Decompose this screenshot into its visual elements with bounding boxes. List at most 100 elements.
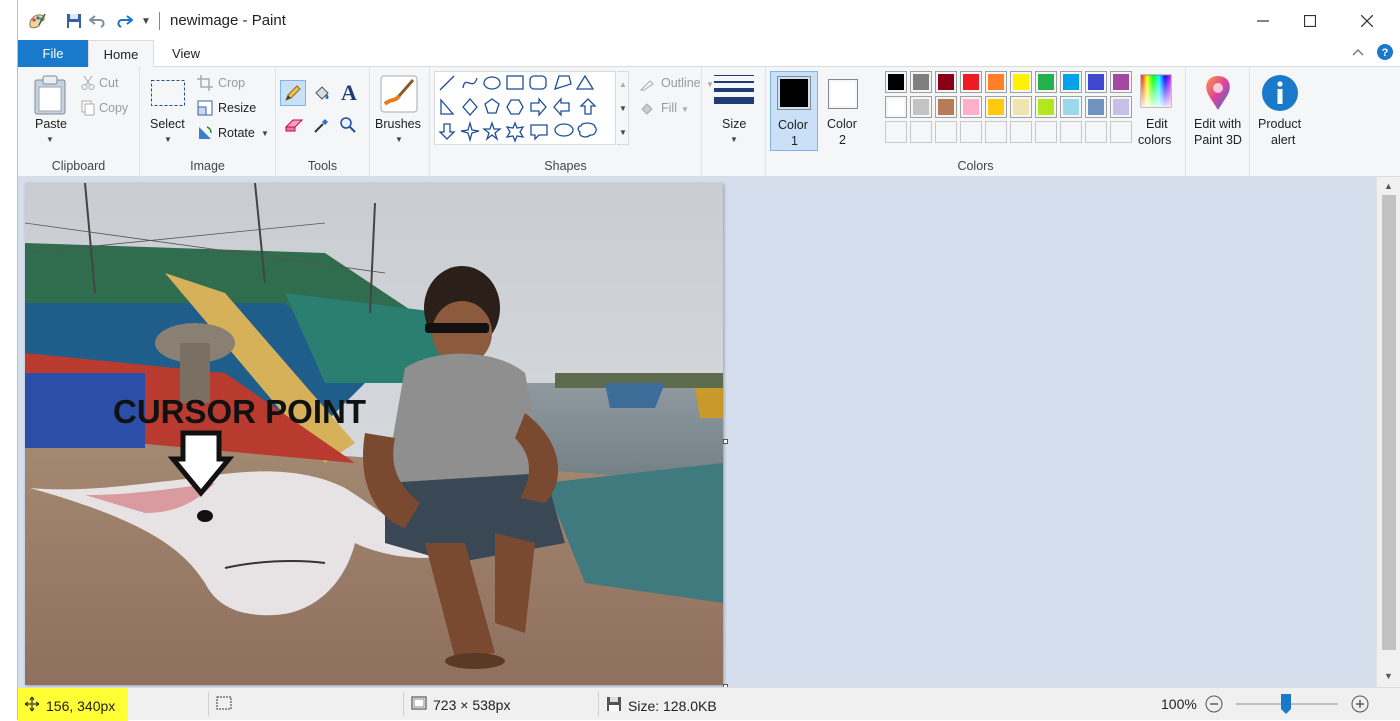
shapes-scroll-up-icon[interactable]: ▲ bbox=[619, 80, 627, 89]
tab-view[interactable]: View bbox=[166, 40, 206, 67]
paste-chevron-icon[interactable]: ▼ bbox=[46, 135, 54, 144]
shapes-gallery-icons[interactable] bbox=[435, 72, 617, 146]
scroll-up-icon[interactable]: ▲ bbox=[1384, 181, 1393, 191]
vertical-scrollbar[interactable]: ▲ ▼ bbox=[1376, 177, 1400, 687]
palette-swatch[interactable] bbox=[1010, 71, 1032, 93]
pencil-icon[interactable] bbox=[280, 80, 306, 106]
color1-button[interactable]: Color 1 bbox=[770, 71, 818, 151]
shapes-scroll-down-icon[interactable]: ▼ bbox=[619, 104, 627, 113]
palette-swatch[interactable] bbox=[1110, 96, 1132, 118]
redo-icon[interactable] bbox=[114, 10, 134, 32]
crop-button[interactable]: Crop bbox=[218, 76, 245, 90]
palette-swatch[interactable] bbox=[1060, 71, 1082, 93]
palette-swatch[interactable] bbox=[1110, 71, 1132, 93]
outline-button[interactable]: Outline bbox=[661, 76, 701, 90]
scroll-down-icon[interactable]: ▼ bbox=[1384, 671, 1393, 681]
minimize-icon[interactable] bbox=[1248, 8, 1278, 34]
cut-button[interactable]: Cut bbox=[99, 76, 118, 90]
close-icon[interactable] bbox=[1352, 8, 1382, 34]
customize-qa-chevron-icon[interactable]: ▼ bbox=[139, 10, 153, 32]
product-alert-label-2[interactable]: alert bbox=[1271, 133, 1295, 147]
brushes-button[interactable]: Brushes bbox=[375, 117, 421, 131]
resize-button[interactable]: Resize bbox=[218, 101, 256, 115]
zoom-out-icon[interactable] bbox=[1204, 694, 1224, 714]
size-button[interactable]: Size bbox=[722, 117, 746, 131]
palette-swatch-empty[interactable] bbox=[1085, 121, 1107, 143]
scroll-thumb[interactable] bbox=[1382, 195, 1396, 650]
size-chevron-icon[interactable]: ▼ bbox=[730, 135, 738, 144]
palette-swatch[interactable] bbox=[885, 96, 907, 118]
line-size-icon[interactable] bbox=[714, 73, 754, 109]
undo-icon[interactable] bbox=[88, 10, 108, 32]
paint3d-label-1[interactable]: Edit with bbox=[1194, 117, 1241, 131]
text-tool-icon[interactable]: A bbox=[338, 80, 360, 105]
maximize-icon[interactable] bbox=[1295, 8, 1325, 34]
palette-swatch[interactable] bbox=[935, 71, 957, 93]
image-dimensions: 723 × 538px bbox=[411, 696, 510, 713]
zoom-slider-thumb[interactable] bbox=[1281, 694, 1291, 714]
canvas-workspace[interactable]: CURSOR POINT bbox=[18, 177, 1376, 689]
paste-button[interactable]: Paste bbox=[35, 117, 67, 131]
shapes-expand-icon[interactable]: ▼ bbox=[619, 128, 627, 137]
palette-swatch[interactable] bbox=[935, 96, 957, 118]
palette-swatch[interactable] bbox=[985, 96, 1007, 118]
save-icon[interactable] bbox=[64, 10, 84, 32]
paint-app-icon[interactable] bbox=[26, 10, 48, 32]
zoom-in-icon[interactable] bbox=[1350, 694, 1370, 714]
file-size: Size: 128.0KB bbox=[606, 696, 717, 715]
magnifier-icon[interactable] bbox=[338, 115, 358, 135]
palette-swatch-empty[interactable] bbox=[885, 121, 907, 143]
palette-swatch[interactable] bbox=[910, 96, 932, 118]
rotate-button[interactable]: Rotate bbox=[218, 126, 255, 140]
paint3d-label-2[interactable]: Paint 3D bbox=[1194, 133, 1242, 147]
palette-swatch-empty[interactable] bbox=[1110, 121, 1132, 143]
palette-swatch[interactable] bbox=[910, 71, 932, 93]
product-alert-label-1[interactable]: Product bbox=[1258, 117, 1301, 131]
palette-swatch[interactable] bbox=[885, 71, 907, 93]
palette-swatch[interactable] bbox=[1085, 71, 1107, 93]
fill-button[interactable]: Fill bbox=[661, 101, 677, 115]
palette-swatch[interactable] bbox=[1035, 71, 1057, 93]
select-button[interactable]: Select bbox=[150, 117, 185, 131]
palette-swatch[interactable] bbox=[1085, 96, 1107, 118]
shapes-scroll[interactable]: ▲ ▼ ▼ bbox=[617, 71, 629, 145]
paste-icon[interactable] bbox=[30, 73, 70, 117]
paint3d-icon[interactable] bbox=[1200, 73, 1236, 113]
edit-colors-label-1[interactable]: Edit bbox=[1146, 117, 1168, 131]
palette-swatch-empty[interactable] bbox=[960, 121, 982, 143]
select-icon[interactable] bbox=[150, 78, 186, 108]
tab-home[interactable]: Home bbox=[88, 40, 154, 68]
resize-handle-right[interactable] bbox=[723, 439, 728, 444]
brushes-icon[interactable] bbox=[378, 73, 420, 115]
palette-swatch[interactable] bbox=[960, 96, 982, 118]
palette-swatch[interactable] bbox=[1035, 96, 1057, 118]
color2-button[interactable]: Color 2 bbox=[823, 71, 867, 151]
brushes-chevron-icon[interactable]: ▼ bbox=[395, 135, 403, 144]
palette-swatch[interactable] bbox=[960, 71, 982, 93]
select-chevron-icon[interactable]: ▼ bbox=[164, 135, 172, 144]
fill-chevron-icon[interactable]: ▼ bbox=[681, 105, 689, 114]
palette-swatch-empty[interactable] bbox=[1035, 121, 1057, 143]
info-icon[interactable] bbox=[1260, 73, 1300, 113]
color-picker-icon[interactable] bbox=[312, 115, 332, 135]
collapse-ribbon-icon[interactable] bbox=[1352, 45, 1364, 60]
tab-file[interactable]: File bbox=[18, 40, 88, 67]
eraser-icon[interactable] bbox=[284, 115, 304, 135]
palette-swatch-empty[interactable] bbox=[910, 121, 932, 143]
palette-swatch[interactable] bbox=[1060, 96, 1082, 118]
palette-swatch-empty[interactable] bbox=[1060, 121, 1082, 143]
rotate-chevron-icon[interactable]: ▼ bbox=[261, 129, 269, 138]
help-icon[interactable]: ? bbox=[1376, 43, 1394, 64]
title-bar: ▼ newimage - Paint bbox=[18, 0, 1400, 40]
palette-swatch[interactable] bbox=[985, 71, 1007, 93]
color1-number: 1 bbox=[791, 134, 798, 148]
edit-colors-icon[interactable] bbox=[1139, 73, 1173, 109]
edit-colors-label-2[interactable]: colors bbox=[1138, 133, 1171, 147]
fill-bucket-icon[interactable] bbox=[312, 83, 332, 103]
palette-swatch-empty[interactable] bbox=[935, 121, 957, 143]
palette-swatch-empty[interactable] bbox=[985, 121, 1007, 143]
copy-button[interactable]: Copy bbox=[99, 101, 128, 115]
palette-swatch-empty[interactable] bbox=[1010, 121, 1032, 143]
canvas-image[interactable]: CURSOR POINT bbox=[25, 183, 723, 685]
palette-swatch[interactable] bbox=[1010, 96, 1032, 118]
